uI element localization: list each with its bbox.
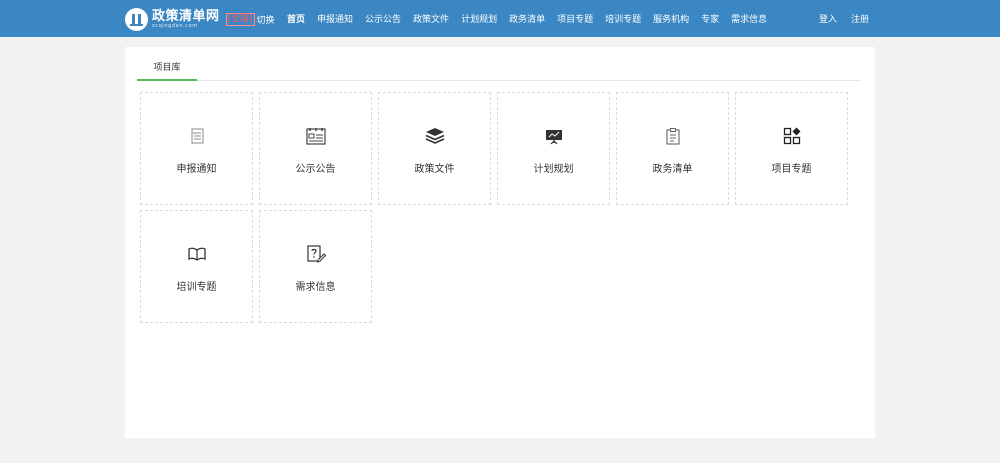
category-card-demand-info[interactable]: 需求信息 <box>259 210 372 323</box>
site-logo[interactable]: 政策清单网 zcqingdan.com [全国] 切换 <box>125 7 275 31</box>
document-list-icon <box>191 128 203 144</box>
nav-item-service-agencies[interactable]: 服务机构 <box>653 12 689 25</box>
auth-links: 登入 注册 <box>805 0 869 37</box>
category-label: 公示公告 <box>295 164 336 175</box>
category-card-policy-documents[interactable]: 政策文件 <box>378 92 491 205</box>
category-card-application-notice[interactable]: 申报通知 <box>140 92 253 205</box>
presentation-chart-icon <box>545 130 562 145</box>
top-navigation-bar: 政策清单网 zcqingdan.com [全国] 切换 首页 申报通知 公示公告… <box>0 0 1000 37</box>
nav-item-training-topics[interactable]: 培训专题 <box>605 12 641 25</box>
category-card-plans[interactable]: 计划规划 <box>497 92 610 205</box>
nav-item-plans[interactable]: 计划规划 <box>461 12 497 25</box>
clipboard-icon <box>665 128 680 145</box>
region-tag: [全国] <box>225 12 255 26</box>
open-book-icon <box>187 247 206 261</box>
category-label: 计划规划 <box>533 164 574 175</box>
tab-project-library[interactable]: 项目库 <box>137 59 197 81</box>
login-link[interactable]: 登入 <box>819 12 837 25</box>
category-label: 培训专题 <box>176 282 217 293</box>
category-card-government-list[interactable]: 政务清单 <box>616 92 729 205</box>
nav-item-project-topics[interactable]: 项目专题 <box>557 12 593 25</box>
nav-item-home[interactable]: 首页 <box>287 12 305 25</box>
nav-item-experts[interactable]: 专家 <box>701 12 719 25</box>
category-card-project-topics[interactable]: 项目专题 <box>735 92 848 205</box>
category-label: 政务清单 <box>652 164 693 175</box>
stack-layers-icon <box>425 128 444 144</box>
brand-domain: zcqingdan.com <box>152 22 198 29</box>
question-edit-icon <box>306 245 326 263</box>
register-link[interactable]: 注册 <box>851 12 869 25</box>
category-card-public-announcement[interactable]: 公示公告 <box>259 92 372 205</box>
category-label: 需求信息 <box>295 282 336 293</box>
project-library-panel: 项目库 申报通知 公示公告 政策文件 计划规划 政务清单 项目专题 培训专题 需… <box>125 47 875 438</box>
category-label: 项目专题 <box>771 164 812 175</box>
nav-item-public-announcement[interactable]: 公示公告 <box>365 12 401 25</box>
main-nav: 首页 申报通知 公示公告 政策文件 计划规划 政务清单 项目专题 培训专题 服务… <box>287 0 779 37</box>
category-label: 政策文件 <box>414 164 455 175</box>
nav-item-policy-documents[interactable]: 政策文件 <box>413 12 449 25</box>
grid-shapes-icon <box>783 127 800 145</box>
nav-item-demand-info[interactable]: 需求信息 <box>731 12 767 25</box>
nav-item-government-list[interactable]: 政务清单 <box>509 12 545 25</box>
region-switch-link[interactable]: 切换 <box>257 13 275 26</box>
category-card-training-topics[interactable]: 培训专题 <box>140 210 253 323</box>
category-label: 申报通知 <box>176 164 217 175</box>
logo-emblem-icon <box>125 7 148 31</box>
tab-bar: 项目库 <box>137 59 861 81</box>
nav-item-application-notice[interactable]: 申报通知 <box>317 12 353 25</box>
notice-board-icon <box>305 128 326 145</box>
brand-name: 政策清单网 <box>152 8 220 24</box>
